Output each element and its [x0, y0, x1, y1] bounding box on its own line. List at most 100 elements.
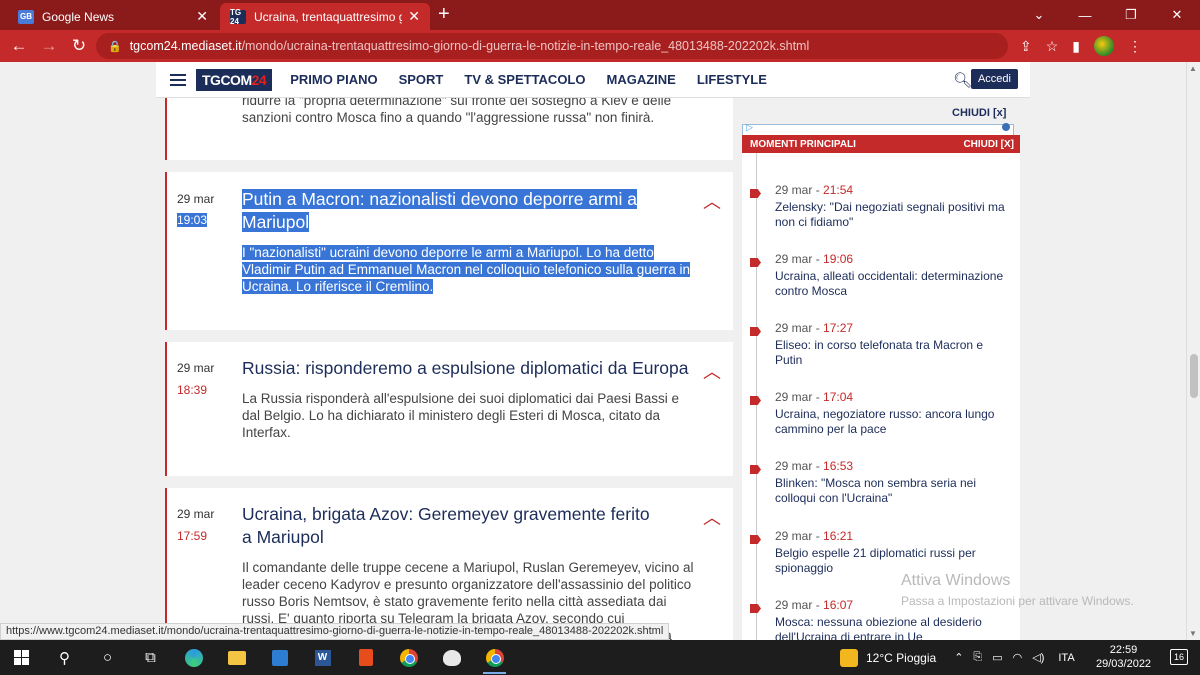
office-icon[interactable]: [344, 640, 387, 675]
profile-avatar[interactable]: [1094, 36, 1115, 56]
collapse-chevron-icon[interactable]: ︿: [703, 188, 721, 214]
edge-icon[interactable]: [172, 640, 215, 675]
timeline-when: 29 mar - 16:21: [775, 529, 854, 543]
menu-item-magazine[interactable]: MAGAZINE: [607, 72, 676, 87]
inkscape-icon[interactable]: [430, 640, 473, 675]
network-icon[interactable]: ⎘: [973, 651, 982, 664]
address-bar[interactable]: 🔒 tgcom24.mediaset.it /mondo/ucraina-tre…: [96, 33, 1008, 59]
flag-marker-icon: [750, 258, 761, 267]
card-body: La Russia risponderà all'espulsione dei …: [242, 391, 680, 440]
volume-icon[interactable]: ◁): [1032, 651, 1044, 664]
login-button[interactable]: Accedi: [970, 69, 1018, 89]
google-news-favicon-icon: GB: [18, 9, 34, 24]
weather-text[interactable]: 12°C Pioggia: [866, 651, 936, 665]
new-tab-button[interactable]: +: [438, 4, 450, 24]
task-view-icon[interactable]: ⧉: [129, 640, 172, 675]
flag-marker-icon: [750, 604, 761, 613]
adchoices-icon[interactable]: ▷: [746, 122, 753, 133]
store-icon[interactable]: [258, 640, 301, 675]
back-arrow-icon[interactable]: ←: [4, 36, 34, 56]
flag-marker-icon: [750, 189, 761, 198]
scroll-up-arrow-icon[interactable]: ▲: [1189, 64, 1197, 73]
url-host: tgcom24.mediaset.it: [129, 39, 242, 53]
site-header: TGCOM24 PRIMO PIANO SPORT TV & SPETTACOL…: [156, 62, 1030, 98]
chrome-icon[interactable]: [387, 640, 430, 675]
maximize-button[interactable]: ❐: [1108, 0, 1154, 30]
flag-marker-icon: [750, 396, 761, 405]
search-icon[interactable]: 🔍︎: [953, 71, 972, 89]
timeline-text: Blinken: "Mosca non sembra seria nei col…: [775, 476, 977, 505]
chevron-up-icon[interactable]: ⌃: [954, 651, 963, 664]
feed-card: 29 mar 17:59 Ucraina, brigata Azov: Gere…: [165, 488, 733, 640]
wifi-icon[interactable]: ◠: [1013, 651, 1023, 664]
collapse-chevron-icon[interactable]: ︿: [703, 358, 721, 384]
page-scrollbar[interactable]: ▲ ▼: [1186, 62, 1200, 640]
timeline-when: 29 mar - 17:04: [775, 390, 854, 404]
activation-watermark-subtitle: Passa a Impostazioni per attivare Window…: [901, 594, 1134, 608]
scrollbar-thumb[interactable]: [1190, 354, 1198, 398]
search-icon[interactable]: ⚲: [43, 640, 86, 675]
close-window-button[interactable]: ✕: [1154, 0, 1200, 30]
flag-marker-icon: [750, 327, 761, 336]
feed-card: 29 mar 19:03 Putin a Macron: nazionalist…: [165, 172, 733, 330]
link-status-bar: https://www.tgcom24.mediaset.it/mondo/uc…: [0, 623, 670, 640]
card-title: Russia: risponderemo a espulsione diplom…: [242, 358, 689, 378]
system-tray: 12°C Pioggia ⌃ ⎘ ▭ ◠ ◁) ITA: [840, 640, 1075, 675]
menu-item-sport[interactable]: SPORT: [399, 72, 444, 87]
momenti-principali-header: MOMENTI PRINCIPALI CHIUDI [X]: [742, 135, 1020, 153]
menu-item-lifestyle[interactable]: LIFESTYLE: [697, 72, 767, 87]
card-title: Ucraina, brigata Azov: Geremeyev graveme…: [242, 504, 650, 547]
clock-date: 29/03/2022: [1096, 658, 1152, 670]
momenti-title: MOMENTI PRINCIPALI: [750, 138, 856, 150]
scroll-down-arrow-icon[interactable]: ▼: [1189, 629, 1197, 638]
side-panel-icon[interactable]: ▮: [1072, 38, 1080, 55]
close-tab-icon[interactable]: ✕: [196, 8, 208, 25]
card-date: 29 mar: [177, 192, 215, 206]
clock-time: 22:59: [1109, 644, 1138, 656]
toolbar-icons: ⇪ ☆ ▮ ⋮: [1020, 30, 1142, 62]
share-icon[interactable]: ⇪: [1020, 38, 1032, 55]
timeline-when: 29 mar - 21:54: [775, 183, 854, 197]
menu-dots-icon[interactable]: ⋮: [1128, 38, 1142, 55]
tgcom24-favicon-icon: TG 24: [230, 8, 246, 26]
chrome-active-icon[interactable]: [473, 640, 516, 675]
collapse-chevron-icon[interactable]: ︿: [703, 504, 721, 530]
notification-center-icon[interactable]: 16: [1170, 649, 1188, 665]
lock-icon[interactable]: 🔒: [108, 40, 122, 53]
close-ad-button[interactable]: CHIUDI [x]: [952, 107, 1006, 119]
tgcom24-logo[interactable]: TGCOM24: [196, 68, 273, 91]
windows-taskbar: ⚲ ○ ⧉ W 12°C Pioggia ⌃ ⎘ ▭ ◠ ◁) ITA 22:5…: [0, 640, 1200, 675]
card-title: Putin a Macron: nazionalisti devono depo…: [242, 189, 637, 232]
minimize-button[interactable]: —: [1062, 0, 1108, 30]
file-explorer-icon[interactable]: [215, 640, 258, 675]
card-date: 29 mar: [177, 361, 215, 375]
tab-search-icon[interactable]: ⌄: [1016, 0, 1062, 30]
timeline-text: Eliseo: in corso telefonata tra Macron e…: [775, 338, 984, 367]
navigation-bar: ← → ↻ 🔒 tgcom24.mediaset.it /mondo/ucrai…: [0, 30, 1200, 62]
menu-item-tv-spettacolo[interactable]: TV & SPETTACOLO: [464, 72, 585, 87]
ad-close-icon[interactable]: [1002, 123, 1010, 131]
momenti-close-button[interactable]: CHIUDI [X]: [963, 139, 1014, 150]
tab-title: Ucraina, trentaquattresimo giorno: [254, 9, 403, 24]
reload-icon[interactable]: ↻: [64, 36, 94, 56]
hamburger-menu-icon[interactable]: [170, 73, 186, 86]
bookmark-star-icon[interactable]: ☆: [1046, 38, 1059, 55]
timeline-text: Mosca: nessuna obiezione al desiderio de…: [775, 615, 982, 640]
word-icon[interactable]: W: [301, 640, 344, 675]
forward-arrow-icon[interactable]: →: [34, 36, 64, 56]
battery-icon[interactable]: ▭: [992, 651, 1002, 664]
tab-tgcom24[interactable]: TG 24 Ucraina, trentaquattresimo giorno …: [220, 3, 430, 30]
language-indicator[interactable]: ITA: [1058, 652, 1074, 664]
tab-google-news[interactable]: GB Google News ✕: [8, 3, 218, 30]
close-tab-icon[interactable]: ✕: [408, 8, 420, 25]
weather-icon[interactable]: [840, 648, 858, 667]
cortana-icon[interactable]: ○: [86, 640, 129, 675]
start-button[interactable]: [0, 640, 43, 675]
clock[interactable]: 22:59 29/03/2022: [1096, 643, 1151, 671]
window-controls: ⌄ — ❐ ✕: [1016, 0, 1200, 30]
timeline-text: Zelensky: "Dai negoziati segnali positiv…: [775, 200, 1005, 229]
card-time: 17:59: [177, 529, 208, 543]
menu-item-primo-piano[interactable]: PRIMO PIANO: [290, 72, 377, 87]
card-date: 29 mar: [177, 507, 215, 521]
flag-marker-icon: [750, 535, 761, 544]
